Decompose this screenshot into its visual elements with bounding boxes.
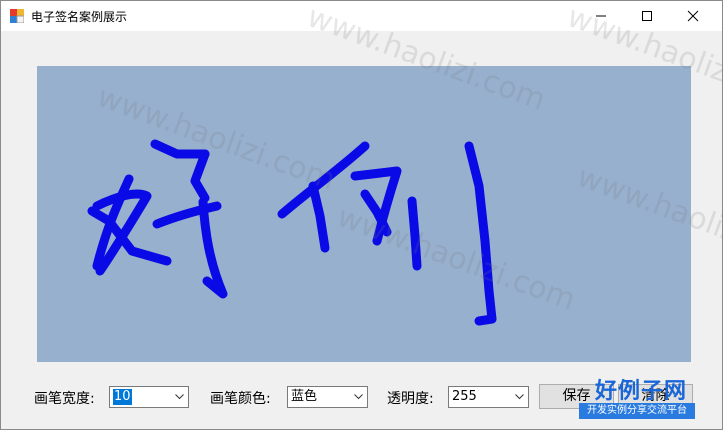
minimize-button[interactable] bbox=[578, 1, 624, 31]
close-icon bbox=[687, 10, 699, 22]
handwriting-stroke bbox=[407, 196, 422, 271]
app-icon bbox=[10, 9, 24, 23]
window-title: 电子签名案例展示 bbox=[31, 10, 128, 24]
handwriting-stroke bbox=[190, 149, 210, 203]
opacity-label: 透明度: bbox=[387, 391, 434, 407]
handwriting-stroke bbox=[150, 139, 210, 159]
handwriting-stroke bbox=[277, 141, 370, 219]
close-button[interactable] bbox=[670, 1, 716, 31]
pen-width-value: 10 bbox=[113, 389, 132, 405]
site-logo: 好例子网 开发实例分享交流平台 bbox=[579, 373, 697, 421]
opacity-value: 255 bbox=[452, 389, 477, 404]
handwriting-stroke bbox=[474, 314, 497, 326]
pen-color-label: 画笔颜色: bbox=[210, 391, 271, 407]
logo-subtitle: 开发实例分享交流平台 bbox=[579, 403, 695, 419]
chevron-down-icon bbox=[515, 394, 524, 400]
maximize-icon bbox=[642, 11, 652, 21]
chevron-down-icon bbox=[175, 394, 184, 400]
signature-canvas[interactable] bbox=[37, 66, 691, 362]
pen-color-select[interactable]: 蓝色 bbox=[287, 386, 368, 408]
logo-title: 好例子网 bbox=[595, 378, 688, 404]
pen-width-select[interactable]: 10 bbox=[109, 386, 189, 408]
minimize-icon bbox=[596, 15, 606, 17]
maximize-button[interactable] bbox=[624, 1, 670, 31]
pen-color-value: 蓝色 bbox=[291, 389, 318, 404]
title-bar: 电子签名案例展示 bbox=[1, 1, 722, 31]
pen-width-label: 画笔宽度: bbox=[34, 391, 95, 407]
app-window: 电子签名案例展示 画笔宽度: 10 画笔颜色: 蓝色 透明度: 255 保存 清… bbox=[0, 0, 723, 430]
signature-strokes bbox=[87, 139, 497, 326]
handwriting-stroke bbox=[308, 181, 330, 253]
handwriting-stroke bbox=[464, 141, 497, 324]
handwriting-stroke bbox=[198, 197, 228, 299]
opacity-select[interactable]: 255 bbox=[448, 386, 529, 408]
chevron-down-icon bbox=[354, 394, 363, 400]
